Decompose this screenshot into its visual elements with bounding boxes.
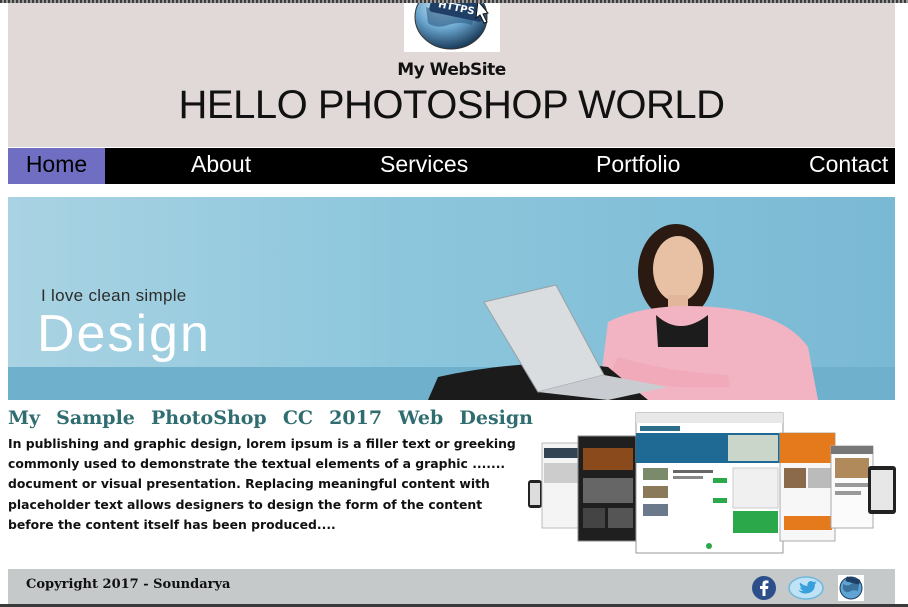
site-footer: Copyright 2017 - Soundarya — [8, 569, 895, 605]
nav-item-contact[interactable]: Contact — [809, 148, 888, 184]
hero-tagline: I love clean simple — [41, 286, 187, 305]
heading-word: CC — [282, 407, 314, 429]
content-heading: My Sample PhotoShop CC 2017 Web Design — [8, 407, 533, 429]
site-name: My WebSite — [397, 60, 506, 80]
main-navigation: Home About Services Portfolio Contact — [8, 148, 895, 184]
hero-headline: Design — [37, 305, 211, 363]
globe-logo-icon: HTTPS — [414, 3, 489, 50]
heading-word: 2017 — [329, 407, 383, 429]
web-globe-icon[interactable] — [838, 575, 864, 601]
copyright-text: Copyright 2017 - Soundarya — [26, 577, 231, 592]
page-title: HELLO PHOTOSHOP WORLD — [178, 83, 725, 127]
site-logo[interactable]: HTTPS — [404, 3, 500, 52]
heading-word: Design — [459, 407, 533, 429]
site-header: HTTPS My WebSite HELLO PHOTOSHOP WORLD — [8, 3, 895, 147]
nav-item-services[interactable]: Services — [380, 148, 468, 184]
nav-item-portfolio[interactable]: Portfolio — [596, 148, 680, 184]
content-paragraph: In publishing and graphic design, lorem … — [8, 436, 516, 532]
website-mockups-image — [528, 408, 898, 558]
hero-banner: I love clean simple Design — [8, 197, 895, 400]
heading-word: Web — [398, 407, 444, 429]
heading-word: PhotoShop — [151, 407, 267, 429]
facebook-icon[interactable] — [751, 575, 777, 601]
heading-word: My — [8, 407, 41, 429]
twitter-icon[interactable] — [788, 575, 824, 601]
nav-item-home[interactable]: Home — [8, 148, 105, 184]
nav-item-about[interactable]: About — [191, 148, 251, 184]
heading-word: Sample — [56, 407, 135, 429]
